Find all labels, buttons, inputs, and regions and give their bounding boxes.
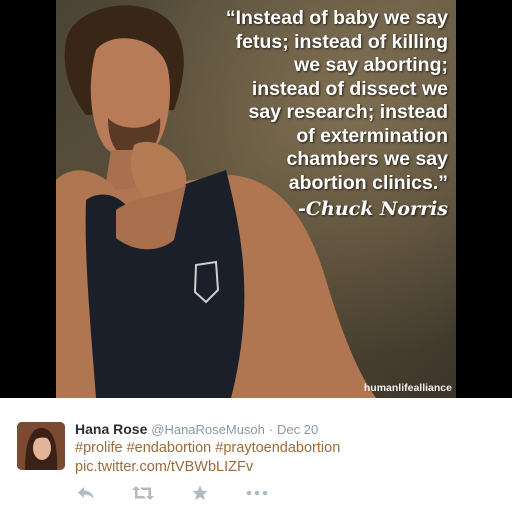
favorite-button[interactable] [189,484,211,502]
tweet-media-image[interactable]: “Instead of baby we say fetus; instead o… [0,0,512,398]
author-name[interactable]: Hana Rose [75,421,147,437]
favorite-icon [192,485,208,500]
tweet: Hana Rose @HanaRoseMusoh · Dec 20 #proli… [0,408,512,517]
media-link[interactable]: pic.twitter.com/tVBWbLIZFv [75,458,495,477]
reply-icon [78,487,94,499]
tweet-actions [75,484,295,504]
quote-line: abortion clinics.” [288,171,448,194]
tweet-header: Hana Rose @HanaRoseMusoh · Dec 20 [75,421,318,437]
quote-line: say research; instead [248,101,448,123]
quote-attribution: -Chuck Norris [298,198,448,220]
retweet-button[interactable] [131,484,155,502]
retweet-icon [132,486,154,500]
quote-line: of extermination [296,124,448,147]
more-icon [246,490,268,496]
quote-line: chambers we say [286,148,448,170]
quote-line: instead of dissect we [251,77,448,100]
reply-button[interactable] [75,484,97,502]
avatar-portrait [17,422,65,470]
quote-line: “Instead of baby we say [225,7,448,29]
image-watermark: humanlifealliance [363,382,452,394]
hashtag-link[interactable]: #praytoendabortion [215,440,340,456]
hashtag-link[interactable]: #prolife [75,440,123,456]
tweet-text: #prolife #endabortion #praytoendabortion… [75,439,495,477]
hashtag-link[interactable]: #endabortion [127,440,212,456]
quote-text: “Instead of baby we say fetus; instead o… [186,7,448,195]
more-button[interactable] [245,484,269,502]
quote-line: fetus; instead of killing [235,30,448,53]
author-handle[interactable]: @HanaRoseMusoh [151,422,265,437]
quote-line: we say aborting; [294,54,448,76]
header-separator: · [268,422,274,437]
quote-image-panel: “Instead of baby we say fetus; instead o… [56,0,456,398]
avatar[interactable] [17,422,65,470]
tweet-date[interactable]: Dec 20 [277,422,318,437]
